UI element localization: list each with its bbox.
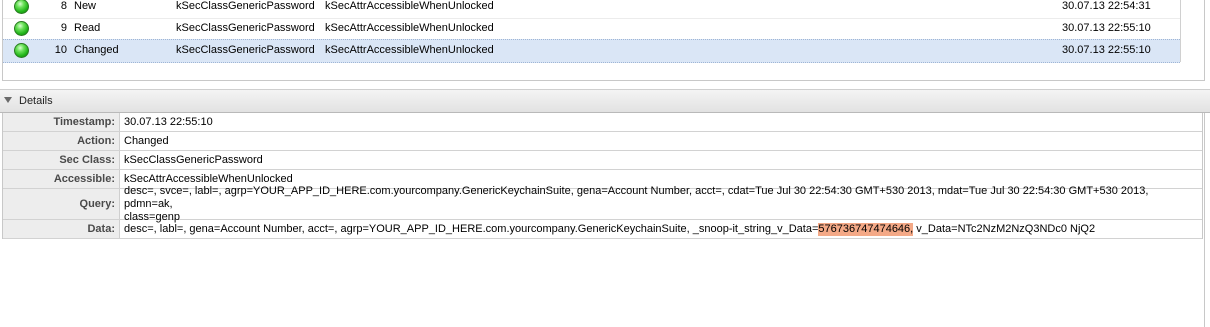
detail-value: kSecClassGenericPassword — [124, 153, 263, 166]
detail-row-query: Query: desc=, svce=, labl=, agrp=YOUR_AP… — [3, 185, 1202, 223]
disclosure-triangle-icon[interactable] — [4, 97, 12, 103]
event-timestamp: 30.07.13 22:55:10 — [1062, 44, 1151, 56]
details-table: Timestamp: 30.07.13 22:55:10 Action: Cha… — [2, 113, 1203, 239]
pane-border — [1204, 113, 1205, 327]
detail-label: Action: — [3, 132, 120, 150]
event-accessible: kSecAttrAccessibleWhenUnlocked — [325, 44, 494, 56]
detail-value: desc=, svce=, labl=, agrp=YOUR_APP_ID_HE… — [120, 185, 1202, 223]
event-list: 8 New kSecClassGenericPassword kSecAttrA… — [0, 0, 1210, 86]
event-number: 10 — [54, 44, 67, 56]
detail-row-timestamp: Timestamp: 30.07.13 22:55:10 — [3, 113, 1202, 132]
details-title: Details — [19, 95, 53, 107]
query-line: desc=, svce=, labl=, agrp=YOUR_APP_ID_HE… — [124, 184, 1149, 210]
detail-label: Accessible: — [3, 170, 120, 188]
status-green-icon — [14, 0, 29, 14]
detail-value: Changed — [124, 134, 169, 147]
detail-label: Query: — [3, 189, 120, 219]
event-action: Changed — [74, 44, 119, 56]
table-row-selected[interactable]: 10 Changed kSecClassGenericPassword kSec… — [3, 39, 1180, 63]
event-timestamp: 30.07.13 22:54:31 — [1062, 0, 1151, 12]
detail-label: Data: — [3, 220, 120, 238]
detail-label: Timestamp: — [3, 113, 120, 131]
event-number: 9 — [60, 22, 67, 34]
event-sec-class: kSecClassGenericPassword — [176, 22, 315, 34]
table-row[interactable]: 9 Read kSecClassGenericPassword kSecAttr… — [3, 18, 1180, 41]
status-green-icon — [14, 43, 29, 58]
event-sec-class: kSecClassGenericPassword — [176, 0, 315, 12]
data-highlight: 576736747474646, — [818, 222, 914, 236]
event-timestamp: 30.07.13 22:55:10 — [1062, 22, 1151, 34]
event-action: Read — [74, 22, 101, 34]
event-action: New — [74, 0, 97, 12]
detail-value: desc=, labl=, gena=Account Number, acct=… — [120, 220, 1099, 238]
details-disclosure[interactable]: Details — [0, 89, 1210, 113]
data-suffix: v_Data=NTc2NzM2NzQ3NDc0 NjQ2 — [913, 222, 1096, 235]
table-row[interactable]: 8 New kSecClassGenericPassword kSecAttrA… — [3, 0, 1180, 19]
table-border — [1204, 0, 1205, 80]
event-sec-class: kSecClassGenericPassword — [176, 44, 315, 56]
event-accessible: kSecAttrAccessibleWhenUnlocked — [325, 0, 494, 12]
detail-row-sec-class: Sec Class: kSecClassGenericPassword — [3, 151, 1202, 170]
detail-value: 30.07.13 22:55:10 — [124, 115, 213, 128]
detail-label: Sec Class: — [3, 151, 120, 169]
event-number: 8 — [60, 0, 67, 12]
data-prefix: desc=, labl=, gena=Account Number, acct=… — [124, 222, 819, 235]
detail-row-data: Data: desc=, labl=, gena=Account Number,… — [3, 220, 1202, 239]
status-green-icon — [14, 21, 29, 36]
event-accessible: kSecAttrAccessibleWhenUnlocked — [325, 22, 494, 34]
table-border — [2, 80, 1205, 81]
table-border — [1180, 0, 1181, 62]
detail-row-action: Action: Changed — [3, 132, 1202, 151]
